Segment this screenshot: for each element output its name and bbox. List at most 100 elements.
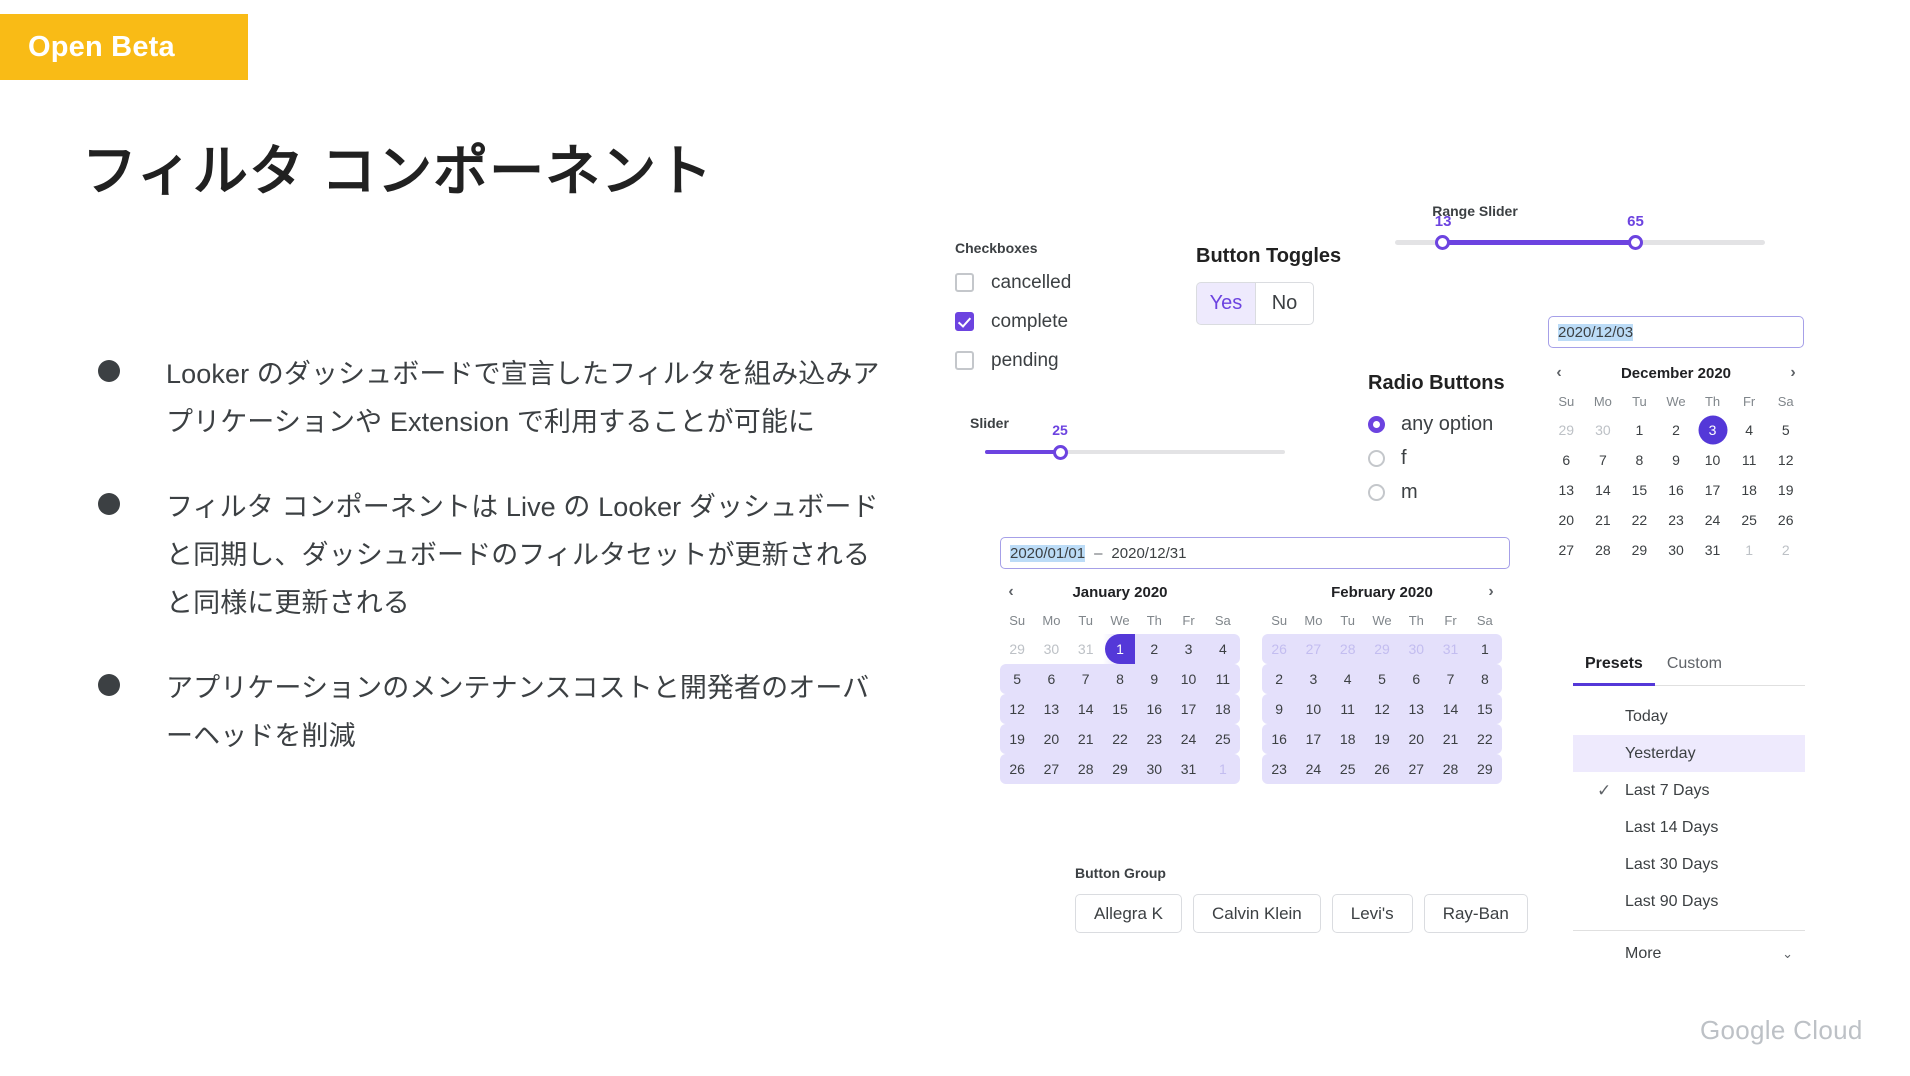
calendar-day-cell[interactable]: 11 xyxy=(1731,445,1768,475)
calendar-day-cell[interactable]: 8 xyxy=(1621,445,1658,475)
calendar-day-cell[interactable]: 12 xyxy=(1364,694,1400,724)
calendar-day-cell[interactable]: 11 xyxy=(1330,694,1365,724)
checkbox-unchecked-icon[interactable] xyxy=(955,351,974,370)
calendar-day-cell[interactable]: 31 xyxy=(1694,535,1731,565)
calendar-day-cell[interactable]: 31 xyxy=(1069,634,1103,664)
calendar-day-cell[interactable]: 23 xyxy=(1658,505,1695,535)
preset-item[interactable]: Last 14 Days xyxy=(1573,809,1805,846)
calendar-day-cell[interactable]: 13 xyxy=(1548,475,1585,505)
calendar-day-cell[interactable]: 27 xyxy=(1296,634,1331,664)
calendar-day-cell[interactable]: 4 xyxy=(1330,664,1365,694)
calendar-day-cell[interactable]: 3 xyxy=(1296,664,1331,694)
calendar-day-cell[interactable]: 21 xyxy=(1585,505,1622,535)
radio-selected-icon[interactable] xyxy=(1368,415,1385,433)
slider-thumb[interactable] xyxy=(1053,445,1068,460)
calendar-day-cell[interactable]: 19 xyxy=(1364,724,1400,754)
calendar-day-cell[interactable]: 22 xyxy=(1621,505,1658,535)
calendar-day-cell[interactable]: 25 xyxy=(1330,754,1365,784)
radio-row[interactable]: f xyxy=(1368,441,1505,475)
calendar-day-cell[interactable]: 15 xyxy=(1621,475,1658,505)
calendar-day-cell[interactable]: 13 xyxy=(1399,694,1434,724)
calendar-day-cell[interactable]: 30 xyxy=(1658,535,1695,565)
calendar-day-cell[interactable]: 27 xyxy=(1399,754,1434,784)
calendar-day-cell[interactable]: 8 xyxy=(1467,664,1502,694)
calendar-day-cell[interactable]: 15 xyxy=(1102,694,1138,724)
calendar-day-cell[interactable]: 25 xyxy=(1731,505,1768,535)
calendar-day-cell[interactable]: 18 xyxy=(1731,475,1768,505)
calendar-day-cell[interactable]: 19 xyxy=(1767,475,1804,505)
calendar-day-cell[interactable]: 30 xyxy=(1585,415,1622,445)
calendar-day-cell[interactable]: 26 xyxy=(1767,505,1804,535)
calendar-day-cell[interactable]: 29 xyxy=(1467,754,1502,784)
radio-unselected-icon[interactable] xyxy=(1368,449,1385,467)
calendar-day-cell[interactable]: 2 xyxy=(1262,664,1297,694)
calendar-day-cell[interactable]: 18 xyxy=(1205,694,1240,724)
calendar-day-cell[interactable]: 14 xyxy=(1433,694,1468,724)
calendar-day-cell[interactable]: 7 xyxy=(1068,664,1103,694)
range-slider-control[interactable]: Range Slider 13 65 xyxy=(1395,203,1795,250)
preset-item[interactable]: Yesterday xyxy=(1573,735,1805,772)
checkbox-checked-icon[interactable] xyxy=(955,312,974,331)
calendar-day-cell[interactable]: 20 xyxy=(1548,505,1585,535)
checkbox-row[interactable]: pending xyxy=(955,345,1071,376)
calendar-day-cell[interactable]: 18 xyxy=(1330,724,1365,754)
calendar-day-cell[interactable]: 17 xyxy=(1296,724,1331,754)
next-month-icon[interactable]: › xyxy=(1782,364,1804,382)
calendar-day-cell[interactable]: 23 xyxy=(1137,724,1172,754)
calendar-day-cell[interactable]: 26 xyxy=(1000,754,1035,784)
calendar-day-cell[interactable]: 2 xyxy=(1767,535,1804,565)
button-group-button[interactable]: Ray-Ban xyxy=(1423,894,1528,933)
calendar-day-cell[interactable]: 9 xyxy=(1262,694,1297,724)
calendar-day-cell[interactable]: 20 xyxy=(1399,724,1434,754)
calendar-day-cell[interactable]: 27 xyxy=(1034,754,1069,784)
range-slider-high-thumb[interactable] xyxy=(1627,235,1643,250)
preset-item[interactable]: ✓ Last 7 Days xyxy=(1573,772,1805,809)
calendar-day-cell[interactable]: 1 xyxy=(1205,754,1240,784)
calendar-day-cell[interactable]: 15 xyxy=(1467,694,1502,724)
calendar-day-cell[interactable]: 1 xyxy=(1621,415,1658,445)
tab-presets[interactable]: Presets xyxy=(1573,655,1655,686)
calendar-day-cell[interactable]: 13 xyxy=(1034,694,1069,724)
calendar-day-cell[interactable]: 10 xyxy=(1694,445,1731,475)
calendar-day-cell[interactable]: 6 xyxy=(1034,664,1069,694)
calendar-day-cell[interactable]: 16 xyxy=(1137,694,1172,724)
calendar-day-cell[interactable]: 21 xyxy=(1068,724,1103,754)
calendar-day-cell[interactable]: 3 xyxy=(1694,415,1731,445)
calendar-day-cell[interactable]: 24 xyxy=(1171,724,1206,754)
button-group-button[interactable]: Allegra K xyxy=(1075,894,1182,933)
tab-custom[interactable]: Custom xyxy=(1655,655,1734,686)
calendar-day-cell[interactable]: 8 xyxy=(1102,664,1138,694)
prev-month-icon[interactable]: ‹ xyxy=(1000,583,1022,601)
calendar-day-cell[interactable]: 1 xyxy=(1102,634,1138,664)
calendar-day-cell[interactable]: 4 xyxy=(1731,415,1768,445)
calendar-day-cell[interactable]: 9 xyxy=(1658,445,1695,475)
calendar-day-cell[interactable]: 6 xyxy=(1399,664,1434,694)
calendar-day-cell[interactable]: 29 xyxy=(1102,754,1138,784)
preset-item[interactable]: Today xyxy=(1573,698,1805,735)
calendar-day-cell[interactable]: 31 xyxy=(1171,754,1206,784)
calendar-day-cell[interactable]: 10 xyxy=(1296,694,1331,724)
date-input[interactable]: 2020/12/03 xyxy=(1548,316,1804,348)
slider-control[interactable]: Slider 25 xyxy=(970,415,1300,460)
range-slider-track[interactable]: 13 65 xyxy=(1395,213,1765,250)
calendar-day-cell[interactable]: 28 xyxy=(1330,634,1365,664)
calendar-day-cell[interactable]: 26 xyxy=(1262,634,1297,664)
calendar-day-cell[interactable]: 28 xyxy=(1068,754,1103,784)
calendar-day-cell[interactable]: 28 xyxy=(1585,535,1622,565)
calendar-day-cell[interactable]: 30 xyxy=(1399,634,1434,664)
calendar-day-cell[interactable]: 1 xyxy=(1467,634,1502,664)
calendar-day-cell[interactable]: 29 xyxy=(1621,535,1658,565)
radio-row[interactable]: any option xyxy=(1368,407,1505,441)
calendar-day-cell[interactable]: 2 xyxy=(1658,415,1695,445)
calendar-day-cell[interactable]: 3 xyxy=(1171,634,1206,664)
calendar-day-cell[interactable]: 12 xyxy=(1000,694,1035,724)
calendar-day-cell[interactable]: 6 xyxy=(1548,445,1585,475)
prev-month-icon[interactable]: ‹ xyxy=(1548,364,1570,382)
calendar-day-cell[interactable]: 28 xyxy=(1433,754,1468,784)
calendar-day-cell[interactable]: 5 xyxy=(1364,664,1400,694)
calendar-day-cell[interactable]: 29 xyxy=(1548,415,1585,445)
calendar-day-cell[interactable]: 30 xyxy=(1034,634,1068,664)
date-range-input[interactable]: 2020/01/01 – 2020/12/31 xyxy=(1000,537,1510,569)
calendar-day-cell[interactable]: 14 xyxy=(1585,475,1622,505)
toggle-button-yes[interactable]: Yes xyxy=(1196,282,1255,325)
